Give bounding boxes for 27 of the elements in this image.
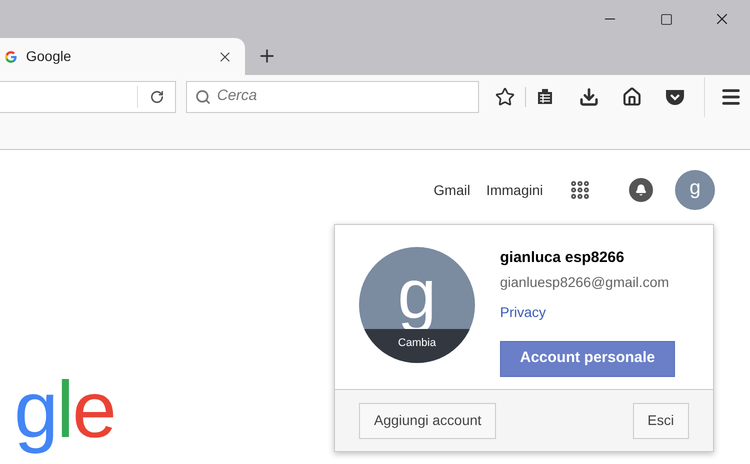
tab-title: Google [26, 47, 72, 66]
account-button[interactable]: Account personale [500, 340, 675, 376]
logo-letter: g [14, 364, 56, 456]
address-field[interactable] [0, 80, 176, 112]
browser-tab[interactable]: Google [0, 38, 245, 75]
download-icon[interactable] [579, 86, 599, 106]
sign-out-button[interactable]: Esci [632, 402, 689, 438]
google-g-icon [4, 50, 18, 64]
apps-grid-icon[interactable] [569, 179, 591, 201]
home-icon[interactable] [622, 86, 642, 106]
search-input[interactable]: Cerca [217, 85, 470, 108]
pocket-icon[interactable] [665, 88, 685, 106]
images-link[interactable]: Immagini [486, 180, 543, 200]
search-field[interactable]: Cerca [186, 80, 479, 112]
library-icon[interactable] [536, 88, 554, 106]
search-icon [195, 88, 211, 104]
account-email: gianluesp8266@gmail.com [500, 272, 670, 292]
gmail-link[interactable]: Gmail [434, 180, 470, 200]
logo-letter: e [72, 364, 115, 456]
bell-icon [635, 184, 647, 196]
add-account-button[interactable]: Aggiungi account [359, 402, 496, 438]
logo-letter: l [56, 364, 72, 456]
account-name: gianluca esp8266 [500, 248, 626, 268]
reload-icon[interactable] [150, 90, 164, 104]
privacy-link[interactable]: Privacy [500, 302, 675, 322]
notifications-button[interactable] [629, 178, 653, 202]
bookmark-star-icon[interactable] [495, 86, 515, 106]
